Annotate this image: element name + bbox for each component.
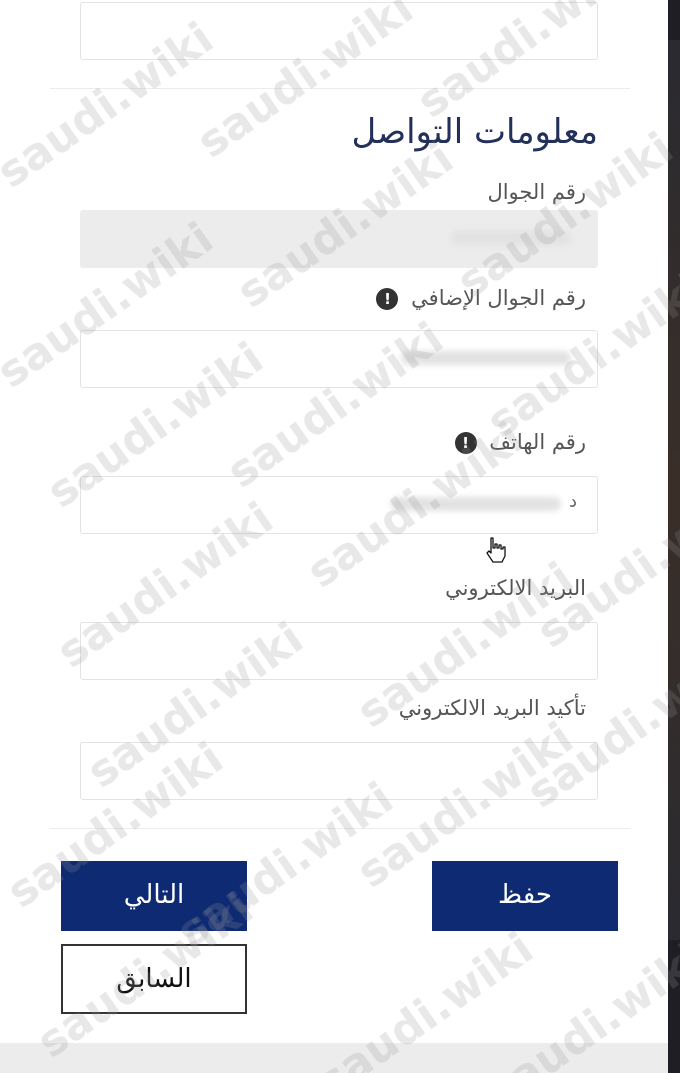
blurred-value bbox=[391, 497, 561, 511]
section-divider bbox=[50, 88, 630, 89]
additional-mobile-field[interactable] bbox=[80, 330, 598, 388]
phone-field[interactable]: د bbox=[80, 476, 598, 534]
form-panel: معلومات التواصل رقم الجوال رقم الجوال ال… bbox=[0, 0, 668, 1073]
mobile-field[interactable] bbox=[80, 210, 598, 268]
phone-label: رقم الهاتف ! bbox=[454, 430, 586, 454]
bottom-edge bbox=[0, 1043, 668, 1073]
next-button[interactable]: التالي bbox=[61, 861, 247, 931]
section-title: معلومات التواصل bbox=[351, 112, 598, 152]
email-label: البريد الالكتروني bbox=[445, 576, 586, 600]
email-field[interactable] bbox=[80, 622, 598, 680]
confirm-email-label: تأكيد البريد الالكتروني bbox=[398, 696, 586, 720]
save-button[interactable]: حفظ bbox=[432, 861, 618, 931]
mobile-label: رقم الجوال bbox=[487, 180, 586, 204]
exclamation-icon[interactable]: ! bbox=[454, 432, 477, 454]
phone-value: د bbox=[568, 491, 577, 512]
blurred-value bbox=[401, 351, 571, 365]
previous-section-field[interactable] bbox=[80, 2, 598, 60]
form-divider bbox=[50, 828, 630, 829]
additional-mobile-label-text: رقم الجوال الإضافي bbox=[411, 286, 586, 310]
additional-mobile-label: رقم الجوال الإضافي ! bbox=[376, 286, 586, 310]
confirm-email-field[interactable] bbox=[80, 742, 598, 800]
hand-cursor-icon bbox=[486, 537, 506, 563]
background-edge bbox=[668, 0, 680, 1073]
exclamation-icon[interactable]: ! bbox=[376, 288, 399, 310]
phone-label-text: رقم الهاتف bbox=[489, 430, 586, 454]
blurred-value bbox=[451, 231, 571, 245]
previous-button[interactable]: السابق bbox=[61, 944, 247, 1014]
